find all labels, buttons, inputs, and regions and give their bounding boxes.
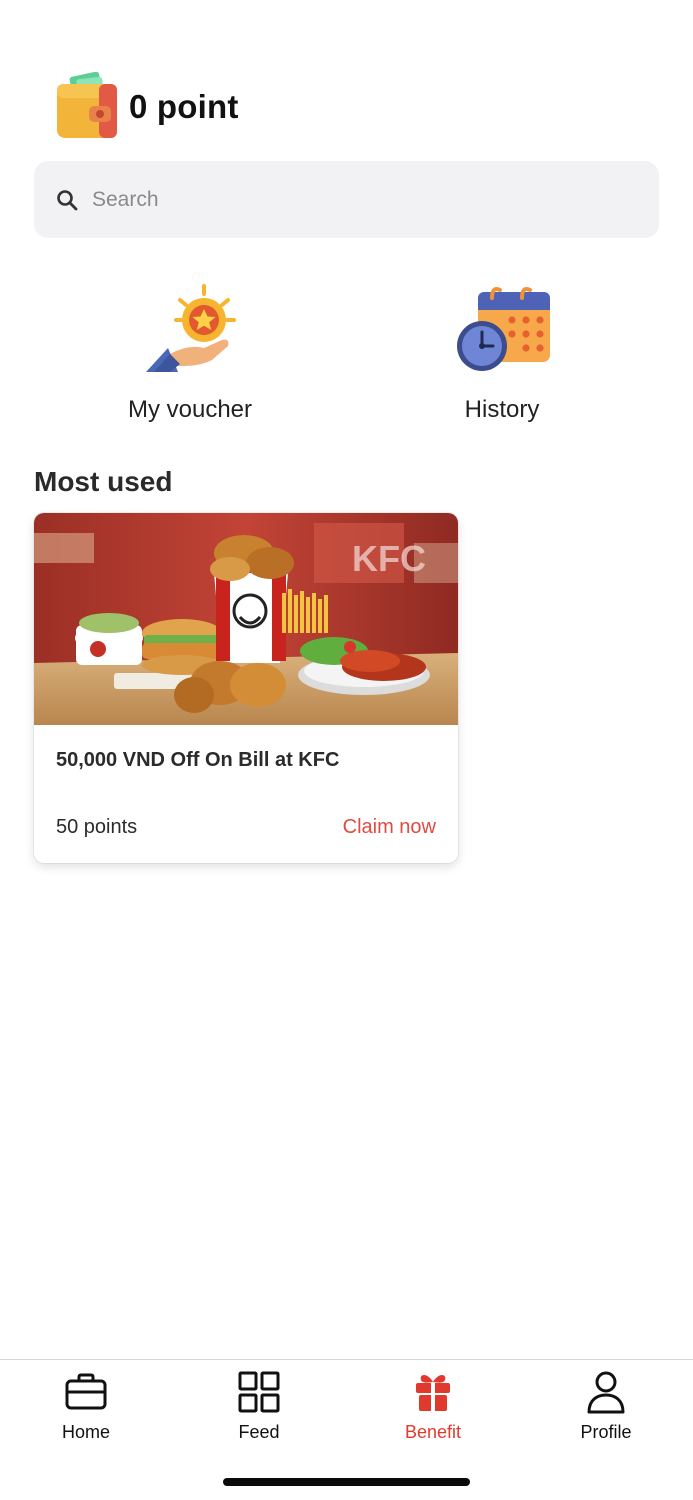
voucher-hand-star-icon <box>146 284 236 372</box>
my-voucher-label: My voucher <box>127 396 253 423</box>
nav-feed-label: Feed <box>238 1422 280 1442</box>
person-icon <box>587 1371 625 1414</box>
kfc-meal-image: KFC <box>34 513 458 725</box>
voucher-points: 50 points <box>56 816 138 838</box>
voucher-title: 50,000 VND Off On Bill at KFC <box>56 749 340 771</box>
nav-benefit[interactable]: Benefit <box>373 1370 493 1443</box>
nav-home-label: Home <box>61 1422 110 1442</box>
home-indicator <box>223 1478 470 1486</box>
my-voucher-button[interactable]: My voucher <box>80 282 300 424</box>
nav-profile-label: Profile <box>580 1422 632 1442</box>
most-used-heading: Most used <box>34 466 173 497</box>
search-icon <box>57 189 78 210</box>
nav-feed[interactable]: Feed <box>199 1370 319 1443</box>
grid-icon <box>238 1371 280 1413</box>
history-label: History <box>464 396 540 423</box>
history-button[interactable]: History <box>392 282 612 424</box>
gift-icon <box>416 1375 450 1411</box>
wallet-icon <box>57 72 117 138</box>
search-bar[interactable] <box>34 161 659 238</box>
search-input[interactable] <box>92 187 612 212</box>
nav-home[interactable]: Home <box>26 1370 146 1443</box>
points-balance: 0 point <box>129 88 239 125</box>
voucher-card[interactable]: KFC 50,000 VND Off On Bill at KFC 50 poi… <box>34 513 458 863</box>
points-header: 0 point <box>55 72 239 142</box>
calendar-clock-icon <box>457 287 550 371</box>
nav-benefit-label: Benefit <box>404 1422 462 1442</box>
briefcase-icon <box>65 1373 107 1410</box>
nav-profile[interactable]: Profile <box>546 1370 666 1443</box>
claim-now-button[interactable]: Claim now <box>343 816 436 839</box>
